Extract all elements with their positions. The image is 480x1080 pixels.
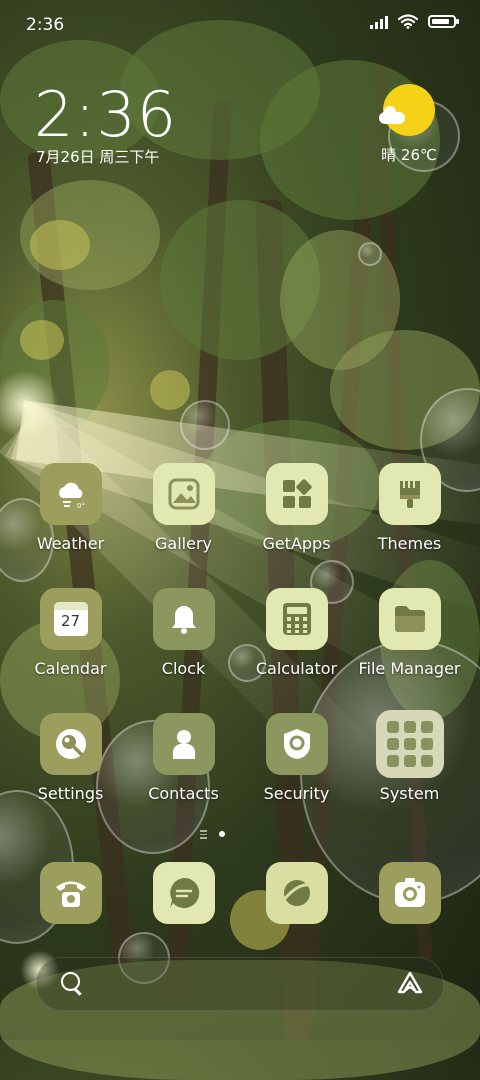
themes-brush-icon: [378, 463, 441, 525]
app-themes[interactable]: Themes: [353, 463, 466, 553]
wifi-icon: [398, 14, 418, 29]
security-shield-icon: [265, 713, 328, 775]
app-label: System: [379, 784, 440, 803]
calculator-icon: [265, 588, 328, 650]
dock-camera[interactable]: [353, 862, 466, 924]
phone-icon: [39, 862, 102, 924]
app-folder-system[interactable]: System: [353, 710, 466, 803]
app-label: Contacts: [148, 784, 219, 803]
app-getapps[interactable]: GetApps: [240, 463, 353, 553]
clock-widget-time[interactable]: 2:36: [34, 78, 177, 151]
sunny-cloud-icon: [379, 84, 435, 136]
app-file-manager[interactable]: File Manager: [353, 588, 466, 678]
app-label: Calculator: [255, 659, 338, 678]
page-indicator[interactable]: [200, 830, 225, 839]
contact-person-icon: [152, 713, 215, 775]
app-label: GetApps: [262, 534, 331, 553]
app-calendar[interactable]: 27 Calendar: [14, 588, 127, 678]
app-weather[interactable]: 0° Weather: [14, 463, 127, 553]
battery-icon: [428, 15, 459, 28]
system-folder-icon: [375, 710, 444, 778]
app-contacts[interactable]: Contacts: [127, 713, 240, 803]
app-security[interactable]: Security: [240, 713, 353, 803]
bell-icon: [152, 588, 215, 650]
app-label: Weather: [36, 534, 105, 553]
message-bubble-icon: [152, 862, 215, 924]
app-label: Clock: [161, 659, 206, 678]
svg-text:0°: 0°: [77, 502, 85, 510]
app-label: Settings: [37, 784, 104, 803]
folder-icon: [378, 588, 441, 650]
signal-bars-icon: [370, 15, 388, 29]
app-calculator[interactable]: Calculator: [240, 588, 353, 678]
weather-cloud-icon: 0°: [39, 463, 102, 525]
app-label: Calendar: [34, 659, 107, 678]
weather-widget[interactable]: 晴 26℃: [374, 84, 444, 165]
assistant-icon[interactable]: [397, 970, 423, 996]
page-dot-active: [219, 831, 225, 838]
gallery-image-icon: [152, 463, 215, 525]
clock-widget-date: 7月26日 周三下午: [36, 148, 160, 166]
status-bar: 2:36: [0, 0, 480, 48]
weather-widget-text: 晴 26℃: [381, 146, 437, 164]
dock-messages[interactable]: [127, 862, 240, 924]
camera-icon: [378, 862, 441, 924]
status-time: 2:36: [26, 15, 65, 35]
app-gallery[interactable]: Gallery: [127, 463, 240, 553]
app-label: File Manager: [358, 659, 461, 678]
getapps-grid-icon: [265, 463, 328, 525]
app-settings[interactable]: Settings: [14, 713, 127, 803]
browser-planet-icon: [265, 862, 328, 924]
dock-phone[interactable]: [14, 862, 127, 924]
calendar-day-badge: 27: [60, 612, 81, 630]
dock-browser[interactable]: [240, 862, 353, 924]
app-label: Security: [263, 784, 330, 803]
calendar-icon: 27: [39, 588, 102, 650]
app-clock[interactable]: Clock: [127, 588, 240, 678]
settings-icon: [39, 713, 102, 775]
home-page-indicator-icon: [200, 830, 207, 839]
home-search-bar[interactable]: [36, 957, 444, 1011]
status-icons: [370, 14, 459, 29]
app-label: Gallery: [155, 534, 212, 553]
app-label: Themes: [377, 534, 442, 553]
search-icon[interactable]: [61, 972, 80, 991]
